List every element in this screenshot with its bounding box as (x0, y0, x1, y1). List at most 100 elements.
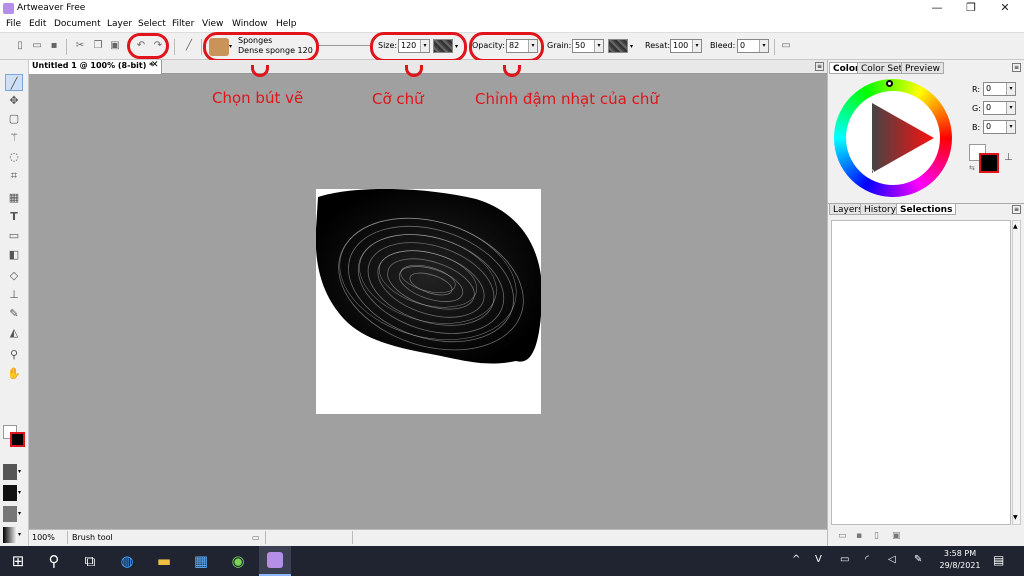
selections-scrollbar[interactable]: ▲ ▼ (1012, 220, 1021, 525)
chevron-down-icon[interactable]: ▾ (18, 485, 25, 501)
menu-window[interactable]: Window (232, 18, 268, 31)
paint-bucket-icon[interactable]: ◭ (5, 324, 23, 341)
tab-history[interactable]: History (860, 203, 901, 215)
swap-colors-icon[interactable]: ⇆ (969, 164, 975, 172)
save-icon[interactable]: ▪ (48, 40, 60, 52)
menu-filter[interactable]: Filter (172, 18, 194, 31)
resat-select[interactable]: 100 ▾ (670, 39, 702, 53)
maximize-button[interactable]: ❐ (954, 0, 988, 17)
tray-app-icon[interactable]: V (815, 554, 822, 565)
green-app-icon[interactable]: ◉ (226, 549, 250, 573)
task-view-icon[interactable]: ⧉ (78, 549, 102, 573)
menu-view[interactable]: View (202, 18, 223, 31)
status-options-icon[interactable]: ▭ (252, 533, 260, 542)
app-logo-icon (3, 3, 14, 14)
separator (201, 39, 202, 55)
menu-layer[interactable]: Layer (107, 18, 132, 31)
gradient-preset-swatch[interactable] (3, 527, 17, 543)
eyedropper-icon[interactable]: ✎ (5, 305, 23, 322)
chevron-down-icon[interactable]: ▾ (18, 506, 25, 522)
scroll-up-icon[interactable]: ▲ (1013, 223, 1018, 230)
document-tab[interactable]: Untitled 1 @ 100% (8-bit) * ✕ (29, 60, 162, 74)
brush-preset-swatch[interactable] (3, 464, 17, 480)
chevron-down-icon[interactable]: ▾ (18, 464, 25, 480)
edge-browser-icon[interactable]: ◍ (115, 549, 139, 573)
crop-icon[interactable]: ⌗ (5, 167, 23, 184)
store-icon[interactable]: ▦ (189, 549, 213, 573)
windows-start-icon[interactable]: ⊞ (6, 549, 30, 573)
volume-icon[interactable]: ◁ (888, 554, 896, 565)
perspective-icon[interactable]: ▦ (5, 189, 23, 206)
panel-menu-icon[interactable]: ≡ (1012, 205, 1021, 214)
hand-icon[interactable]: ✋ (5, 365, 23, 382)
close-tab-icon[interactable]: ✕ (151, 60, 159, 70)
menu-edit[interactable]: Edit (29, 18, 46, 31)
b-value-field[interactable]: 0 ▾ (983, 120, 1016, 134)
save-selection-icon[interactable]: ▪ (856, 531, 862, 541)
hue-handle[interactable] (886, 80, 893, 87)
foreground-color-swatch[interactable] (979, 153, 999, 173)
shape-tool-icon[interactable]: ▭ (5, 227, 23, 244)
texture-preset-swatch[interactable] (3, 506, 17, 522)
paste-icon[interactable]: ▣ (109, 40, 121, 52)
chevron-down-icon: ▾ (1006, 83, 1015, 95)
r-value-field[interactable]: 0 ▾ (983, 82, 1016, 96)
battery-icon[interactable]: ▭ (840, 554, 849, 565)
menu-select[interactable]: Select (138, 18, 166, 31)
gradient-icon[interactable]: ◧ (5, 246, 23, 263)
eyedropper-icon[interactable]: ⊥ (1004, 152, 1013, 163)
foreground-color-swatch[interactable] (10, 432, 25, 447)
lasso-icon[interactable]: ◌ (5, 148, 23, 165)
minimize-button[interactable]: — (920, 0, 954, 17)
bleed-select[interactable]: 0 ▾ (737, 39, 769, 53)
grain-texture-swatch[interactable] (608, 39, 628, 53)
color-wheel[interactable] (834, 79, 952, 197)
color-preset-swatch[interactable] (3, 485, 17, 501)
notifications-icon[interactable]: ▤ (993, 553, 1004, 567)
open-file-icon[interactable]: ▭ (31, 40, 43, 52)
grain-select[interactable]: 50 ▾ (572, 39, 604, 53)
chevron-down-icon[interactable]: ▾ (18, 527, 25, 543)
clone-stamp-icon[interactable]: ⊥ (5, 286, 23, 303)
panel-menu-icon[interactable]: ≡ (1012, 63, 1021, 72)
new-file-icon[interactable]: ▯ (14, 40, 26, 52)
color-picker-handle[interactable] (868, 169, 874, 175)
clock-date[interactable]: 29/8/2021 (937, 561, 983, 570)
chevron-down-icon[interactable]: ▾ (630, 42, 633, 52)
zoom-level[interactable]: 100% (32, 533, 55, 542)
copy-icon[interactable]: ❐ (92, 40, 104, 52)
magic-wand-icon[interactable]: ⚚ (5, 129, 23, 146)
tab-color-set[interactable]: Color Set (857, 62, 907, 74)
menu-help[interactable]: Help (276, 18, 297, 31)
rect-select-icon[interactable]: ▢ (5, 110, 23, 127)
document-canvas[interactable] (316, 189, 541, 414)
delete-selection-icon[interactable]: ▣ (892, 531, 901, 541)
brush-tool-icon[interactable]: ╱ (5, 74, 23, 91)
clock-time[interactable]: 3:58 PM (940, 549, 980, 558)
search-icon[interactable]: ⚲ (42, 549, 66, 573)
tab-selections[interactable]: Selections (896, 203, 957, 215)
file-explorer-icon[interactable]: ▬ (152, 549, 176, 573)
eraser-icon[interactable]: ◇ (5, 267, 23, 284)
artweaver-taskbar-button[interactable] (259, 546, 291, 576)
wifi-icon[interactable]: ◜ (865, 554, 869, 565)
close-button[interactable]: ✕ (988, 0, 1022, 17)
color-triangle[interactable] (846, 91, 940, 185)
cut-icon[interactable]: ✂ (74, 40, 86, 52)
zoom-icon[interactable]: ⚲ (5, 346, 23, 363)
move-tool-icon[interactable]: ✥ (5, 92, 23, 109)
menu-document[interactable]: Document (54, 18, 101, 31)
tab-preview[interactable]: Preview (901, 62, 945, 74)
g-value-field[interactable]: 0 ▾ (983, 101, 1016, 115)
brush-tool-icon[interactable]: ╱ (183, 40, 195, 52)
new-selection-icon[interactable]: ▯ (874, 531, 879, 541)
load-selection-icon[interactable]: ▭ (838, 531, 847, 541)
menu-file[interactable]: File (6, 18, 21, 31)
selections-list[interactable] (831, 220, 1011, 525)
text-tool-icon[interactable]: T (5, 208, 23, 225)
document-menu-icon[interactable]: ≡ (815, 62, 824, 71)
chevron-up-icon[interactable]: ^ (792, 554, 800, 565)
panel-toggle-icon[interactable]: ▭ (780, 40, 792, 52)
pen-icon[interactable]: ✎ (914, 554, 922, 565)
scroll-down-icon[interactable]: ▼ (1013, 514, 1018, 521)
